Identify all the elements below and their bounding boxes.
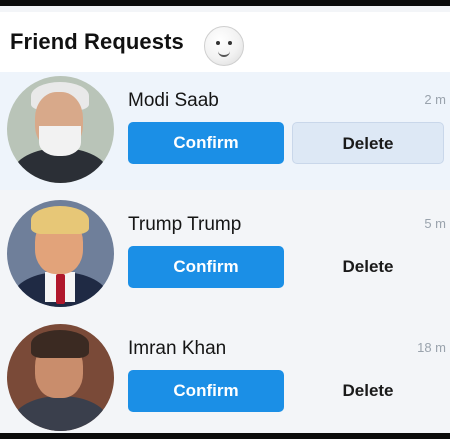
smiley-face-icon [204,26,244,66]
emoji-eye-right [228,41,232,45]
delete-button[interactable]: Delete [292,246,444,288]
avatar-hair [31,206,89,234]
page-title: Friend Requests [10,29,184,54]
confirm-button[interactable]: Confirm [128,246,284,288]
friend-request-row: Modi Saab 2 m Confirm Delete [0,72,450,190]
requester-name[interactable]: Trump Trump [128,214,241,236]
avatar[interactable] [7,200,114,307]
confirm-button[interactable]: Confirm [128,370,284,412]
avatar-tie [56,274,65,304]
requester-name[interactable]: Modi Saab [128,90,219,112]
request-time: 18 m [417,340,446,355]
request-time: 2 m [424,92,446,107]
app-frame: Friend Requests Modi Saab 2 m Confirm De… [0,0,450,439]
avatar-hair [31,330,89,358]
friend-request-row: Imran Khan 18 m Confirm Delete [0,320,450,438]
avatar-beard [39,126,81,156]
emoji-mouth [218,49,230,57]
confirm-button[interactable]: Confirm [128,122,284,164]
requester-name[interactable]: Imran Khan [128,338,226,360]
emoji-eye-left [216,41,220,45]
avatar[interactable] [7,324,114,431]
request-time: 5 m [424,216,446,231]
avatar-clothing [13,396,108,431]
header: Friend Requests [0,12,450,72]
friend-request-row: Trump Trump 5 m Confirm Delete [0,196,450,314]
avatar[interactable] [7,76,114,183]
delete-button[interactable]: Delete [292,122,444,164]
delete-button[interactable]: Delete [292,370,444,412]
